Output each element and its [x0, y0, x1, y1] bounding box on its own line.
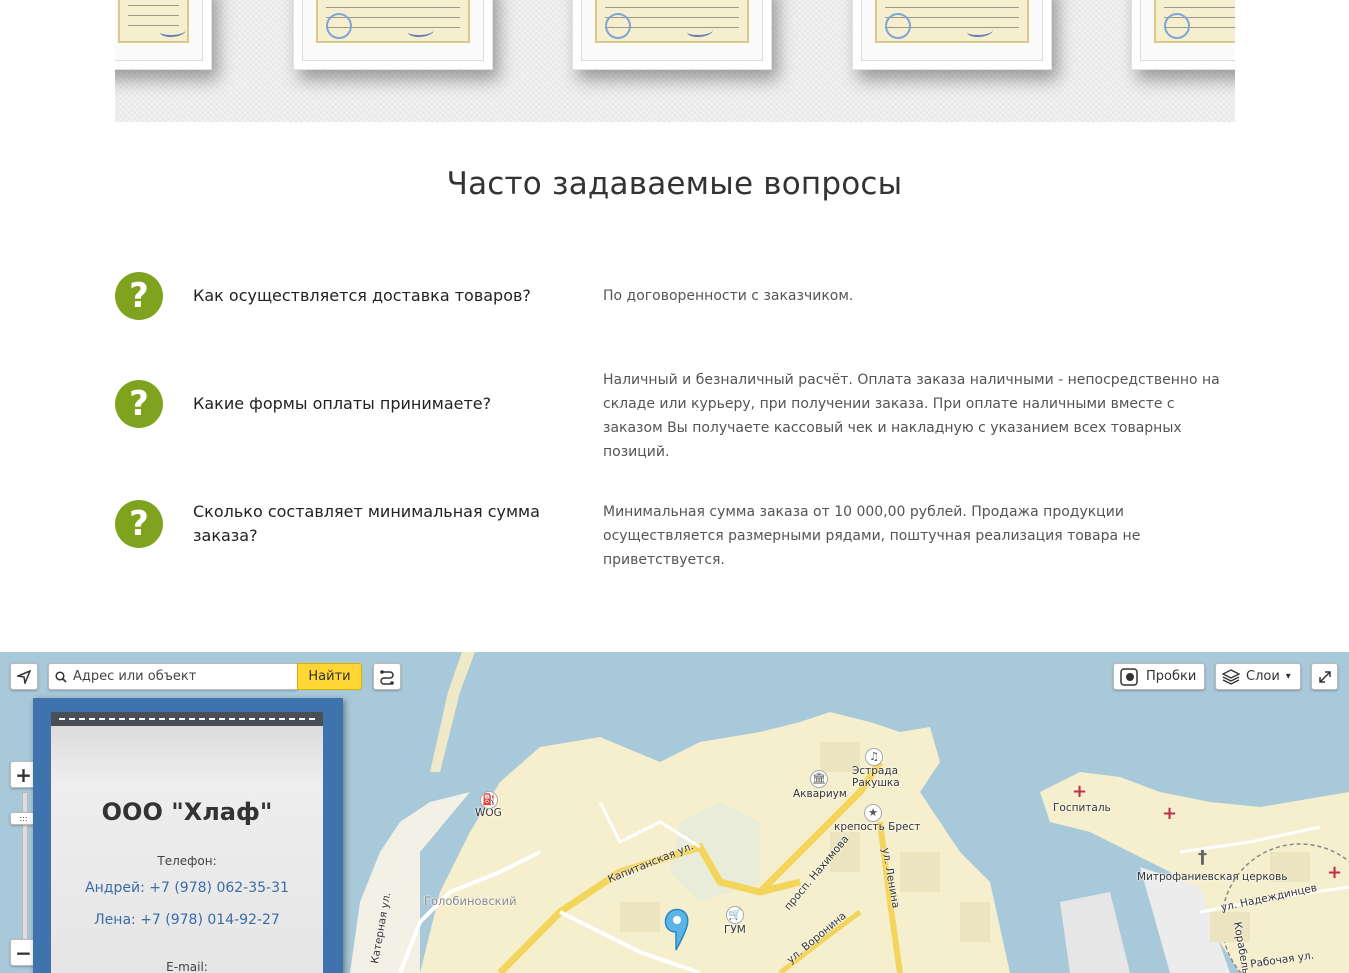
email-label: E-mail:	[166, 960, 208, 973]
map-search-field[interactable]	[48, 663, 298, 690]
traffic-button[interactable]: Пробки	[1113, 663, 1205, 690]
hospital-icon[interactable]: +	[1072, 783, 1087, 801]
layers-button[interactable]: Слои ▾	[1215, 663, 1301, 690]
certificate-frame[interactable]	[852, 0, 1052, 70]
route-icon	[380, 669, 394, 685]
certificate-frame[interactable]	[1131, 0, 1235, 70]
question-icon: ?	[115, 500, 163, 548]
fullscreen-button[interactable]	[1311, 663, 1338, 690]
poi-label: крепость Брест	[834, 821, 921, 833]
grip-icon: :::	[19, 814, 28, 823]
poi-label: Митрофаниевская церковь	[1137, 871, 1288, 883]
layers-icon	[1222, 668, 1240, 685]
faq-answer: Наличный и безналичный расчёт. Оплата за…	[603, 372, 1220, 460]
faq-answer: Минимальная сумма заказа от 10 000,00 ру…	[603, 504, 1141, 568]
faq-question: Сколько составляет минимальная сумма зак…	[193, 502, 540, 545]
hospital-icon[interactable]: +	[1162, 805, 1177, 823]
traffic-icon	[1120, 667, 1138, 686]
yandex-map[interactable]: Капитанская ул. просп. Нахимова ул. Лени…	[0, 652, 1349, 973]
find-button[interactable]: Найти	[297, 663, 362, 690]
faq-question: Как осуществляется доставка товаров?	[193, 286, 531, 305]
map-search-input[interactable]	[71, 668, 295, 685]
traffic-label: Пробки	[1146, 669, 1197, 684]
hospital-icon[interactable]: +	[1327, 864, 1342, 882]
faq-title: Часто задаваемые вопросы	[446, 166, 903, 202]
church-icon[interactable]: †	[1198, 849, 1207, 867]
poi-label: ГУМ	[724, 924, 746, 936]
district-label: Голобиновский	[424, 894, 517, 908]
contact-card: ООО "Хлаф" Телефон: Андрей: +7 (978) 062…	[33, 698, 343, 973]
question-icon: ?	[115, 272, 163, 320]
museum-icon[interactable]: 🏛	[810, 770, 828, 788]
certificates-gallery	[115, 0, 1235, 122]
geolocation-button[interactable]	[10, 663, 38, 690]
poi-label: Аквариум	[793, 788, 847, 800]
shop-cart-icon[interactable]: 🛒	[726, 906, 744, 924]
poi-label: Эстрада Ракушка	[852, 765, 900, 789]
route-button[interactable]	[373, 663, 401, 690]
certificate-frame[interactable]	[293, 0, 493, 70]
certificate-frame[interactable]	[572, 0, 772, 70]
search-icon	[55, 670, 67, 683]
landmark-star-icon[interactable]: ★	[864, 804, 882, 822]
phone-label: Телефон:	[157, 854, 217, 868]
phone-andrey[interactable]: Андрей: +7 (978) 062-35-31	[51, 880, 323, 896]
fuel-station-icon[interactable]: ⛽	[480, 791, 498, 809]
certificate-frame[interactable]	[115, 0, 212, 70]
music-icon[interactable]: ♫	[865, 748, 883, 766]
poi-label: Госпиталь	[1053, 802, 1111, 814]
contact-card-body: ООО "Хлаф" Телефон: Андрей: +7 (978) 062…	[51, 712, 323, 973]
company-name: ООО "Хлаф"	[101, 798, 273, 826]
layers-label: Слои	[1246, 669, 1280, 684]
arrow-location-icon	[17, 669, 31, 684]
phone-lena[interactable]: Лена: +7 (978) 014-92-27	[51, 912, 323, 928]
chevron-down-icon: ▾	[1285, 671, 1291, 682]
question-icon: ?	[115, 380, 163, 428]
faq-answer: По договоренности с заказчиком.	[603, 288, 854, 304]
faq-question: Какие формы оплаты принимаете?	[193, 394, 492, 413]
expand-icon	[1318, 670, 1331, 683]
card-stitching	[51, 712, 323, 726]
